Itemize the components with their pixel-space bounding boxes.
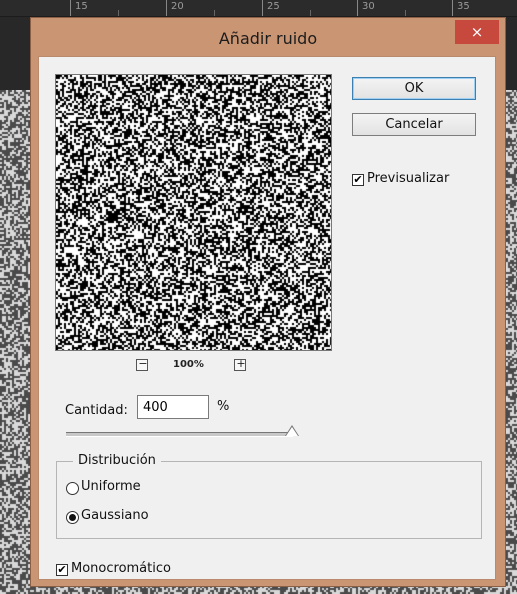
ruler-label: 35: [457, 1, 470, 12]
ruler-tick: [166, 0, 167, 16]
check-icon: ✔: [57, 563, 67, 576]
amount-slider-thumb[interactable]: [285, 425, 299, 436]
dialog-content: − 100% + OK Cancelar ✔ Previsualizar Can…: [38, 56, 496, 580]
check-icon: ✔: [353, 173, 363, 186]
ruler-tick: [310, 10, 311, 16]
slider-thumb-face: [286, 427, 298, 436]
zoom-out-icon: −: [138, 357, 148, 370]
ruler-tick: [214, 10, 215, 16]
monochrome-checkbox[interactable]: ✔: [56, 564, 68, 576]
distribution-legend: Distribución: [73, 453, 161, 468]
zoom-in-icon: +: [236, 357, 246, 370]
dialog-title[interactable]: Añadir ruido: [31, 18, 505, 56]
uniform-label[interactable]: Uniforme: [81, 479, 141, 494]
preview-label[interactable]: Previsualizar: [367, 171, 449, 186]
distribution-group: Distribución Uniforme Gaussiano: [56, 453, 482, 539]
close-icon: ×: [470, 23, 484, 41]
ruler-tick: [405, 10, 406, 16]
close-button[interactable]: ×: [455, 20, 499, 44]
preview-image: [56, 75, 331, 350]
ok-button[interactable]: OK: [352, 77, 476, 100]
ruler-tick: [357, 0, 358, 16]
gaussian-label[interactable]: Gaussiano: [81, 508, 149, 523]
zoom-in-button[interactable]: +: [234, 357, 246, 371]
uniform-radio[interactable]: [66, 482, 79, 495]
amount-label: Cantidad:: [65, 403, 128, 418]
radio-selected-dot: [69, 514, 76, 521]
add-noise-dialog: Añadir ruido × − 100% + OK Cancelar ✔ Pr…: [30, 17, 506, 587]
zoom-out-button[interactable]: −: [136, 357, 148, 371]
ruler-label: 15: [75, 1, 88, 12]
preview-checkbox[interactable]: ✔: [352, 174, 364, 186]
gaussian-radio[interactable]: [66, 511, 79, 524]
noise-preview[interactable]: [55, 74, 332, 351]
horizontal-ruler: 15 20 25 30 35: [0, 0, 517, 17]
ruler-label: 20: [171, 1, 184, 12]
amount-input[interactable]: [137, 395, 209, 419]
ruler-tick: [262, 0, 263, 16]
ruler-tick: [118, 10, 119, 16]
zoom-level: 100%: [173, 359, 204, 370]
amount-slider-track[interactable]: [66, 432, 293, 437]
ruler-tick: [452, 0, 453, 16]
cancel-button[interactable]: Cancelar: [352, 113, 476, 136]
monochrome-label[interactable]: Monocromático: [71, 561, 171, 576]
ruler-label: 25: [267, 1, 280, 12]
ruler-label: 30: [362, 1, 375, 12]
ruler-tick: [70, 0, 71, 16]
amount-unit: %: [217, 399, 230, 414]
